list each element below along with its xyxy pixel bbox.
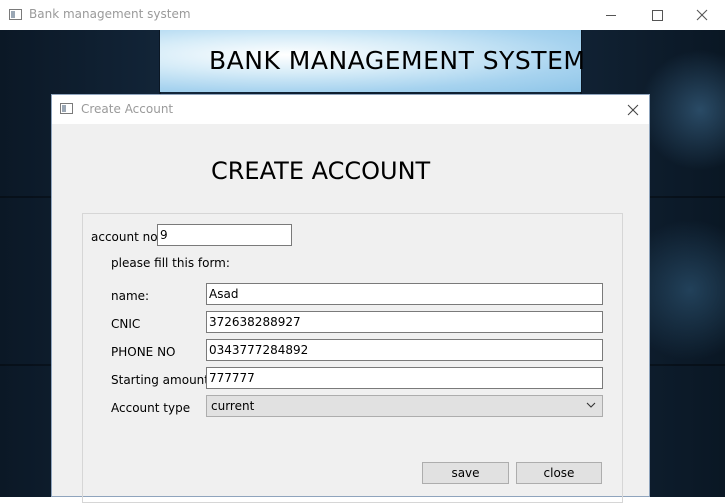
close-window-button[interactable]: [679, 0, 725, 30]
form-instruction: please fill this form:: [111, 256, 230, 270]
save-button[interactable]: save: [422, 462, 509, 484]
dialog-titlebar: Create Account: [52, 95, 649, 124]
dialog-window-icon: [60, 103, 73, 114]
app-window-icon: [9, 9, 22, 20]
close-icon: [696, 9, 708, 21]
account-type-select[interactable]: current: [206, 395, 603, 417]
name-label: name:: [111, 289, 150, 303]
starting-amount-input[interactable]: [206, 367, 603, 389]
main-window-title: Bank management system: [29, 7, 191, 21]
account-no-label: account no: [91, 230, 158, 244]
create-account-dialog: Create Account CREATE ACCOUNT account no…: [51, 94, 650, 503]
phone-input[interactable]: [206, 339, 603, 361]
phone-label: PHONE NO: [111, 345, 176, 359]
header-title: BANK MANAGEMENT SYSTEM: [209, 46, 586, 75]
account-type-value: current: [211, 399, 255, 413]
main-window-titlebar: Bank management system: [0, 0, 725, 30]
close-icon: [627, 104, 639, 116]
minimize-button[interactable]: [588, 0, 634, 30]
dialog-title: Create Account: [81, 102, 174, 116]
account-no-input[interactable]: [157, 224, 292, 246]
minimize-icon: [606, 14, 616, 16]
close-button[interactable]: close: [516, 462, 602, 484]
name-input[interactable]: [206, 283, 603, 305]
account-type-label: Account type: [111, 401, 191, 415]
chevron-down-icon: [586, 402, 596, 408]
cnic-input[interactable]: [206, 311, 603, 333]
maximize-icon: [651, 9, 663, 21]
cnic-label: CNIC: [111, 317, 141, 331]
maximize-button[interactable]: [634, 0, 680, 30]
starting-amount-label: Starting amount:: [111, 373, 214, 387]
dialog-heading: CREATE ACCOUNT: [211, 157, 431, 185]
dialog-close-button[interactable]: [624, 101, 642, 119]
